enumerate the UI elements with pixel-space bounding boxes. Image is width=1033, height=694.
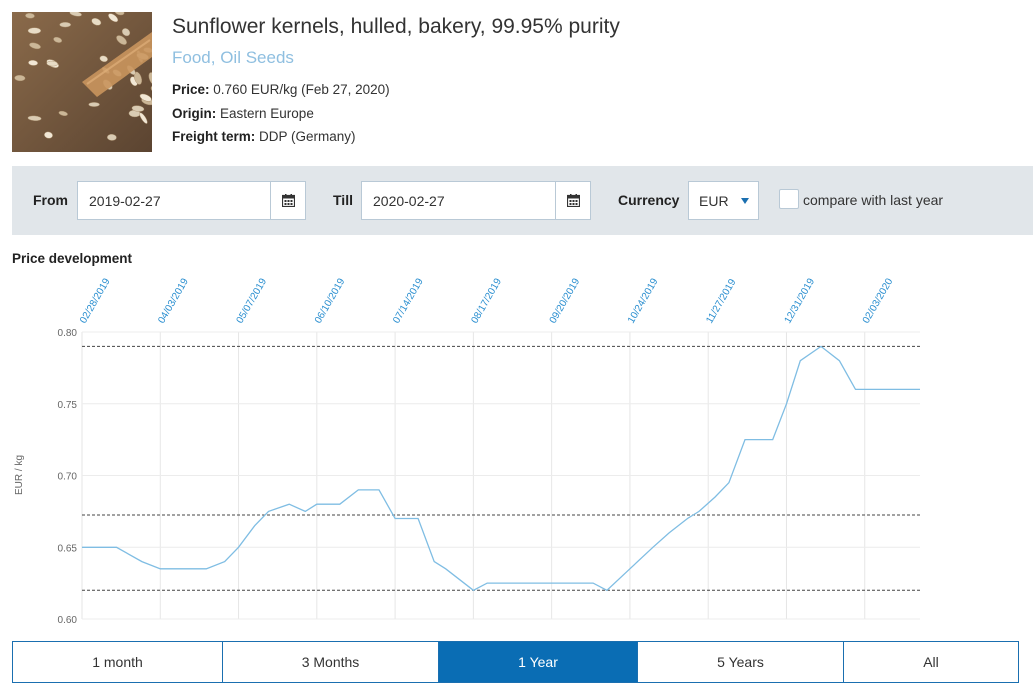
range-3-months-button[interactable]: 3 Months: [223, 642, 439, 682]
x-tick-label: 02/03/2020: [861, 276, 896, 325]
freight-info: Freight term: DDP (Germany): [172, 129, 356, 144]
origin-value: Eastern Europe: [220, 106, 314, 121]
currency-select[interactable]: EUR: [688, 181, 759, 220]
price-value: 0.760 EUR/kg (Feb 27, 2020): [213, 82, 390, 97]
currency-label: Currency: [618, 192, 680, 208]
calendar-icon: [281, 194, 295, 207]
calendar-icon: [566, 194, 580, 207]
y-tick-label: 0.65: [58, 543, 78, 554]
range-selector: 1 month 3 Months 1 Year 5 Years All: [12, 641, 1019, 683]
x-tick-label: 10/24/2019: [626, 276, 661, 325]
compare-checkbox[interactable]: [779, 189, 799, 209]
x-tick-label: 02/28/2019: [78, 276, 113, 325]
origin-label: Origin:: [172, 106, 217, 121]
price-info: Price: 0.760 EUR/kg (Feb 27, 2020): [172, 82, 390, 97]
y-tick-label: 0.60: [58, 615, 78, 626]
y-tick-label: 0.80: [58, 328, 78, 339]
product-category[interactable]: Food, Oil Seeds: [172, 48, 294, 68]
section-title: Price development: [12, 251, 133, 266]
from-date-value[interactable]: 2019-02-27: [89, 193, 161, 209]
x-tick-label: 04/03/2019: [156, 276, 191, 325]
from-date-field[interactable]: 2019-02-27: [77, 181, 306, 220]
price-line: [82, 345, 920, 592]
reference-lines: [82, 345, 920, 591]
from-calendar-button[interactable]: [270, 182, 305, 219]
y-tick-label: 0.75: [58, 400, 78, 411]
y-axis-label: EUR / kg: [14, 455, 25, 495]
x-tick-label: 11/27/2019: [704, 277, 738, 326]
product-image: [12, 12, 152, 152]
x-tick-label: 06/10/2019: [313, 276, 348, 325]
range-all-button[interactable]: All: [844, 642, 1018, 682]
till-date-field[interactable]: 2020-02-27: [361, 181, 591, 220]
chart-grid: [81, 331, 920, 620]
compare-label[interactable]: compare with last year: [803, 192, 943, 208]
freight-label: Freight term:: [172, 129, 256, 144]
x-tick-label: 12/31/2019: [783, 276, 818, 325]
x-tick-label: 09/20/2019: [548, 276, 583, 325]
range-1-month-button[interactable]: 1 month: [13, 642, 223, 682]
origin-info: Origin: Eastern Europe: [172, 106, 314, 121]
till-label: Till: [333, 192, 353, 208]
currency-value[interactable]: EUR: [699, 193, 729, 209]
range-1-year-button[interactable]: 1 Year: [439, 642, 638, 682]
x-tick-label: 05/07/2019: [235, 276, 270, 325]
till-date-value[interactable]: 2020-02-27: [373, 193, 445, 209]
x-tick-label: 08/17/2019: [469, 276, 504, 325]
dropdown-arrow-icon: [741, 198, 749, 204]
from-label: From: [33, 192, 68, 208]
product-title: Sunflower kernels, hulled, bakery, 99.95…: [172, 15, 620, 38]
x-axis-ticks: 02/28/2019 04/03/2019 05/07/2019 06/10/2019…: [78, 276, 896, 325]
freight-value: DDP (Germany): [259, 129, 356, 144]
x-tick-label: 07/14/2019: [391, 276, 426, 325]
y-tick-label: 0.70: [58, 472, 78, 483]
range-5-years-button[interactable]: 5 Years: [638, 642, 844, 682]
till-calendar-button[interactable]: [555, 182, 590, 219]
price-label: Price:: [172, 82, 210, 97]
price-chart: 0.80 0.75 0.70 0.65 0.60 02/28/2019 04/03/201…: [14, 276, 920, 626]
filter-bar: From 2019-02-27 Till 2020-02-27 Currency…: [12, 166, 1033, 235]
y-axis-ticks: 0.80 0.75 0.70 0.65 0.60: [58, 328, 78, 626]
